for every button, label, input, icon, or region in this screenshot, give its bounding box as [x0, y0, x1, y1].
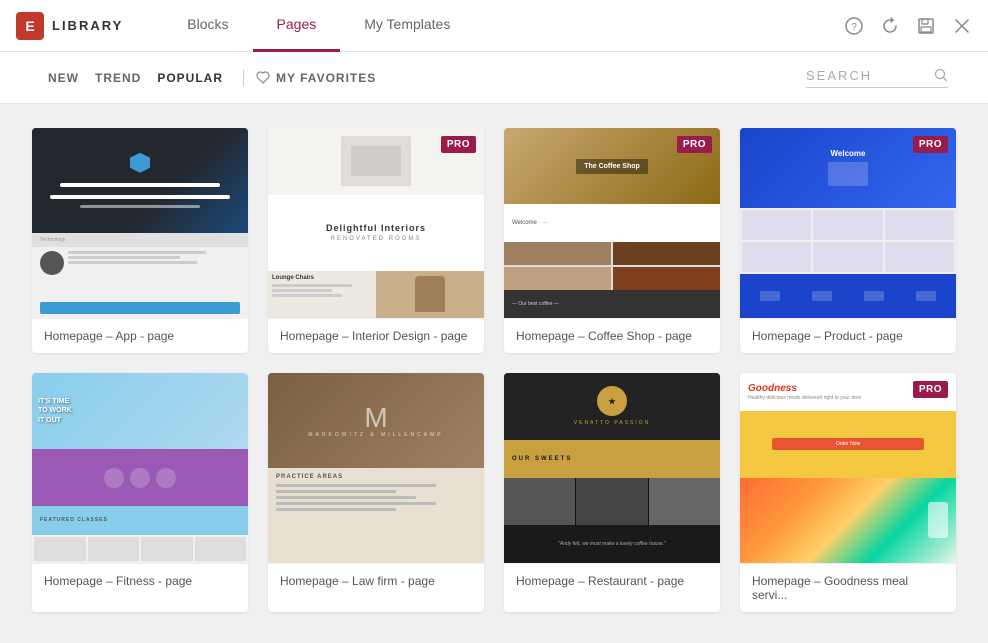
coffee-preview: The Coffee Shop Welcome ··· — Our best c…	[504, 128, 720, 318]
restaurant-preview: ★ VENATTO PASSION OUR SWEETS "Andy felt,…	[504, 373, 720, 563]
card-law-image: M MARKOWITZ & MILLENCAMP PRACTICE AREAS	[268, 373, 484, 563]
card-restaurant-label: Homepage – Restaurant - page	[504, 563, 720, 598]
favorites-button[interactable]: MY FAVORITES	[256, 71, 376, 85]
interior-preview: Delightful Interiors RENOVATED ROOMS Lou…	[268, 128, 484, 318]
logo-area: E LIBRARY	[16, 12, 123, 40]
filter-popular[interactable]: POPULAR	[149, 71, 231, 85]
library-window: E LIBRARY Blocks Pages My Templates ?	[0, 0, 988, 643]
elementor-logo-icon: E	[16, 12, 44, 40]
card-fitness-label: Homepage – Fitness - page	[32, 563, 248, 598]
card-coffee-label: Homepage – Coffee Shop - page	[504, 318, 720, 353]
pro-badge-product: PRO	[913, 136, 948, 153]
card-app[interactable]: Technology	[32, 128, 248, 353]
refresh-icon[interactable]	[880, 16, 900, 36]
goodness-preview: Goodness Healthy delicious meals deliver…	[740, 373, 956, 563]
card-goodness-label: Homepage – Goodness meal servi...	[740, 563, 956, 612]
card-product-label: Homepage – Product - page	[740, 318, 956, 353]
card-coffee-image: The Coffee Shop Welcome ··· — Our best c…	[504, 128, 720, 318]
card-law-label: Homepage – Law firm - page	[268, 563, 484, 598]
search-area	[806, 68, 948, 88]
content-area: Technology	[0, 104, 988, 643]
card-goodness[interactable]: Goodness Healthy delicious meals deliver…	[740, 373, 956, 612]
card-product[interactable]: Welcome	[740, 128, 956, 353]
card-fitness[interactable]: IT'S TIMETO WORKIT OUT FEATURED CLASSES	[32, 373, 248, 612]
tab-my-templates[interactable]: My Templates	[340, 0, 474, 52]
filter-divider	[243, 70, 244, 86]
help-icon[interactable]: ?	[844, 16, 864, 36]
save-icon[interactable]	[916, 16, 936, 36]
card-fitness-image: IT'S TIMETO WORKIT OUT FEATURED CLASSES	[32, 373, 248, 563]
filter-bar: NEW TREND POPULAR MY FAVORITES	[0, 52, 988, 104]
svg-text:?: ?	[851, 22, 857, 33]
card-coffee[interactable]: The Coffee Shop Welcome ··· — Our best c…	[504, 128, 720, 353]
card-app-label: Homepage – App - page	[32, 318, 248, 353]
header-tabs: Blocks Pages My Templates	[163, 0, 844, 52]
card-interior[interactable]: Delightful Interiors RENOVATED ROOMS Lou…	[268, 128, 484, 353]
tab-blocks[interactable]: Blocks	[163, 0, 252, 52]
card-law[interactable]: M MARKOWITZ & MILLENCAMP PRACTICE AREAS	[268, 373, 484, 612]
card-goodness-image: Goodness Healthy delicious meals deliver…	[740, 373, 956, 563]
header: E LIBRARY Blocks Pages My Templates ?	[0, 0, 988, 52]
filter-new[interactable]: NEW	[40, 71, 87, 85]
card-product-image: Welcome	[740, 128, 956, 318]
search-icon	[934, 68, 948, 82]
template-grid: Technology	[32, 128, 956, 612]
app-preview: Technology	[32, 128, 248, 318]
search-input[interactable]	[806, 68, 926, 83]
filter-trend[interactable]: TREND	[87, 71, 149, 85]
pro-badge-coffee: PRO	[677, 136, 712, 153]
law-preview: M MARKOWITZ & MILLENCAMP PRACTICE AREAS	[268, 373, 484, 563]
product-preview: Welcome	[740, 128, 956, 318]
card-interior-label: Homepage – Interior Design - page	[268, 318, 484, 353]
favorites-label: MY FAVORITES	[276, 71, 376, 85]
tab-pages[interactable]: Pages	[253, 0, 341, 52]
card-app-image: Technology	[32, 128, 248, 318]
card-restaurant[interactable]: ★ VENATTO PASSION OUR SWEETS "Andy felt,…	[504, 373, 720, 612]
card-restaurant-image: ★ VENATTO PASSION OUR SWEETS "Andy felt,…	[504, 373, 720, 563]
fitness-preview: IT'S TIMETO WORKIT OUT FEATURED CLASSES	[32, 373, 248, 563]
close-icon[interactable]	[952, 16, 972, 36]
pro-badge-interior: PRO	[441, 136, 476, 153]
library-title: LIBRARY	[52, 18, 123, 33]
pro-badge-goodness: PRO	[913, 381, 948, 398]
card-interior-image: Delightful Interiors RENOVATED ROOMS Lou…	[268, 128, 484, 318]
header-actions: ?	[844, 16, 972, 36]
